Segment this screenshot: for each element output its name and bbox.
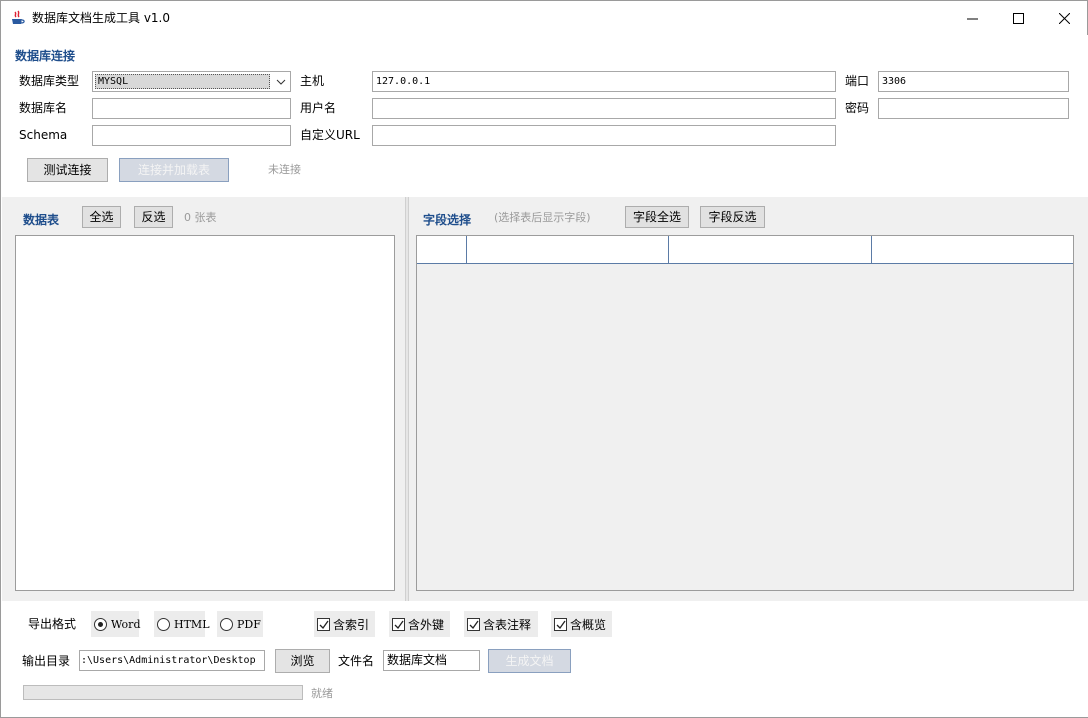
password-input[interactable]	[878, 98, 1069, 119]
db-name-label: 数据库名	[19, 101, 68, 115]
main-split-area: 数据表 全选 反选 0 张表 字段选择 (选择表后显示字段) 字段全选 字段反选	[2, 197, 1088, 601]
include-index-label: 含索引	[333, 617, 370, 632]
username-input[interactable]	[372, 98, 836, 119]
include-overview-label: 含概览	[570, 617, 607, 632]
format-html-label: HTML	[174, 617, 210, 631]
java-app-icon	[10, 10, 26, 26]
tables-panel-title: 数据表	[23, 213, 60, 227]
port-label: 端口	[845, 74, 870, 88]
output-dir-input[interactable]: :\Users\Administrator\Desktop	[79, 650, 265, 671]
fields-table-header	[417, 236, 1073, 264]
format-pdf-radio[interactable]: PDF	[220, 614, 261, 634]
close-button[interactable]	[1041, 1, 1087, 35]
custom-url-input[interactable]	[372, 125, 836, 146]
radio-selected-icon	[94, 617, 107, 631]
checkbox-checked-icon	[554, 617, 567, 631]
output-dir-label: 输出目录	[22, 654, 71, 668]
include-index-checkbox[interactable]: 含索引	[317, 614, 369, 634]
fields-select-all-button[interactable]: 字段全选	[625, 206, 689, 228]
db-name-input[interactable]	[92, 98, 291, 119]
tables-select-all-button[interactable]: 全选	[82, 206, 121, 228]
include-foreign-key-checkbox[interactable]: 含外键	[392, 614, 444, 634]
test-connection-button[interactable]: 测试连接	[27, 158, 108, 182]
generate-document-button[interactable]: 生成文档	[488, 649, 571, 673]
filename-label: 文件名	[338, 654, 375, 668]
chevron-down-icon	[276, 79, 286, 85]
fields-panel-title: 字段选择	[423, 213, 472, 227]
fields-table[interactable]	[416, 235, 1074, 591]
maximize-button[interactable]	[995, 1, 1041, 35]
schema-label: Schema	[19, 128, 68, 142]
app-window: 数据库文档生成工具 v1.0 数据库连接 数据库类型 MYSQL 主机 127.…	[0, 0, 1088, 718]
checkbox-checked-icon	[392, 617, 405, 631]
maximize-icon	[1012, 12, 1024, 24]
format-word-radio[interactable]: Word	[94, 614, 140, 634]
filename-input[interactable]: 数据库文档	[383, 650, 480, 671]
minimize-icon	[966, 18, 978, 19]
fields-invert-button[interactable]: 字段反选	[700, 206, 765, 228]
schema-input[interactable]	[92, 125, 291, 146]
include-foreign-key-label: 含外键	[408, 617, 445, 632]
connection-status: 未连接	[268, 163, 301, 176]
close-icon	[1058, 12, 1070, 24]
fields-hint: (选择表后显示字段)	[494, 211, 591, 224]
connection-panel: 数据库连接 数据库类型 MYSQL 主机 127.0.0.1 端口 3306 数…	[2, 35, 1088, 197]
format-html-radio[interactable]: HTML	[157, 614, 210, 634]
checkbox-checked-icon	[317, 617, 330, 631]
radio-unselected-icon	[220, 617, 233, 631]
minimize-button[interactable]	[949, 1, 995, 35]
username-label: 用户名	[300, 101, 337, 115]
progress-bar	[23, 685, 303, 700]
include-table-comment-checkbox[interactable]: 含表注释	[467, 614, 531, 634]
export-panel: 导出格式 Word HTML PDF 含索引 含外键 含表注释 含概览 输出目录…	[2, 601, 1088, 717]
title-bar[interactable]: 数据库文档生成工具 v1.0	[1, 1, 1087, 35]
connection-section-title: 数据库连接	[15, 49, 76, 63]
radio-unselected-icon	[157, 617, 170, 631]
include-table-comment-label: 含表注释	[483, 617, 532, 632]
db-type-selected-value: MYSQL	[95, 74, 270, 89]
tables-invert-button[interactable]: 反选	[134, 206, 173, 228]
checkbox-checked-icon	[467, 617, 480, 631]
window-title: 数据库文档生成工具 v1.0	[32, 11, 171, 25]
format-pdf-label: PDF	[237, 617, 261, 631]
table-header-cell[interactable]	[467, 236, 669, 263]
host-label: 主机	[300, 74, 325, 88]
host-input[interactable]: 127.0.0.1	[372, 71, 836, 92]
table-header-cell[interactable]	[417, 236, 467, 263]
include-overview-checkbox[interactable]: 含概览	[554, 614, 606, 634]
export-format-label: 导出格式	[28, 617, 77, 631]
table-header-cell[interactable]	[669, 236, 872, 263]
db-type-select[interactable]: MYSQL	[92, 71, 291, 92]
split-pane-divider[interactable]	[405, 197, 409, 601]
tables-list[interactable]	[15, 235, 395, 591]
port-input[interactable]: 3306	[878, 71, 1069, 92]
format-word-label: Word	[111, 617, 141, 631]
ready-status: 就绪	[311, 687, 333, 700]
custom-url-label: 自定义URL	[300, 128, 360, 142]
password-label: 密码	[845, 101, 870, 115]
db-type-label: 数据库类型	[19, 74, 80, 88]
connect-load-tables-button[interactable]: 连接并加载表	[119, 158, 229, 182]
table-header-cell[interactable]	[872, 236, 1073, 263]
table-count: 0 张表	[184, 211, 217, 224]
browse-button[interactable]: 浏览	[275, 649, 330, 673]
